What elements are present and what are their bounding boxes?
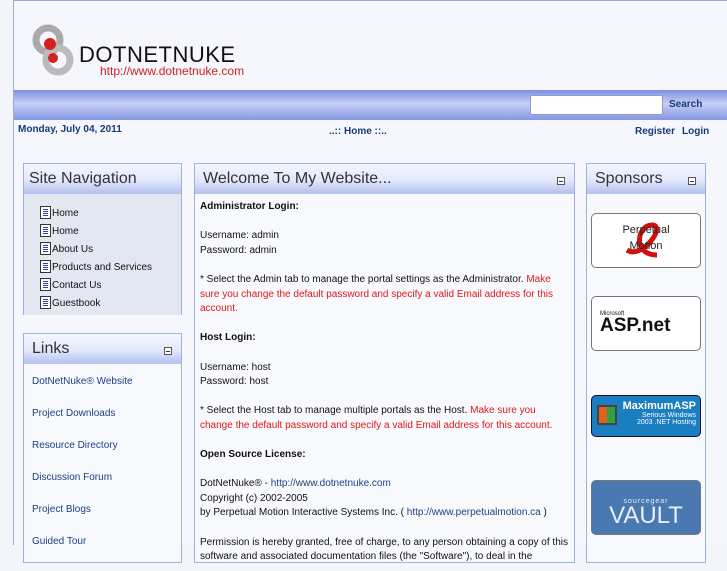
- host-username: Username: host: [200, 361, 271, 373]
- minimize-icon[interactable]: [557, 177, 565, 185]
- links-panel: Links DotNetNuke® Website Project Downlo…: [23, 333, 182, 563]
- nav-label: Guestbook: [52, 298, 101, 309]
- page-icon: [40, 206, 51, 219]
- nav-item-about-us[interactable]: About Us: [40, 237, 181, 255]
- license-heading: Open Source License:: [200, 449, 306, 461]
- dotnetnuke-link[interactable]: http://www.dotnetnuke.com: [271, 478, 391, 489]
- sponsor-maximumasp[interactable]: MaximumASP Serious Windows 2003 .NET Hos…: [591, 395, 701, 437]
- page-icon: [40, 224, 51, 237]
- register-link[interactable]: Register: [635, 126, 675, 137]
- login-link[interactable]: Login: [682, 126, 709, 137]
- panel-title: Sponsors: [595, 170, 663, 187]
- link-dotnetnuke-website[interactable]: DotNetNuke® Website: [32, 376, 181, 387]
- host-note: * Select the Host tab to manage multiple…: [200, 405, 468, 417]
- nav-label: About Us: [52, 244, 94, 255]
- nav-label: Home: [52, 226, 79, 237]
- sponsor-sourcegear-vault[interactable]: sourcegear VAULT: [591, 480, 701, 535]
- admin-username: Username: admin: [200, 230, 279, 242]
- page-icon: [40, 296, 51, 309]
- panel-title: Links: [32, 340, 70, 357]
- nav-label: Products and Services: [52, 262, 153, 273]
- sponsor-aspnet[interactable]: Microsoft ASP.net: [591, 296, 701, 351]
- copyright: Copyright (c) 2002-2005: [200, 492, 308, 504]
- permission-text: Permission is hereby granted, free of ch…: [200, 536, 568, 563]
- logo-gear-icon: [32, 24, 74, 76]
- sponsor-perpetual-motion[interactable]: Perpetual Motion: [591, 213, 701, 268]
- page-icon: [40, 278, 51, 291]
- nav-item-products[interactable]: Products and Services: [40, 255, 181, 273]
- admin-heading: Administrator Login:: [200, 201, 299, 212]
- host-heading: Host Login:: [200, 332, 256, 344]
- windows-logo-icon: [597, 405, 617, 425]
- admin-password: Password: admin: [200, 244, 277, 256]
- sponsor-text: ASP.net: [600, 315, 671, 336]
- minimize-icon[interactable]: [164, 347, 172, 355]
- panel-title: Welcome To My Website...: [203, 170, 392, 187]
- sponsor-text: VAULT: [609, 502, 683, 529]
- page-icon: [40, 242, 51, 255]
- minimize-icon[interactable]: [688, 177, 696, 185]
- link-guided-tour[interactable]: Guided Tour: [32, 536, 181, 547]
- sponsor-text: Perpetual: [622, 224, 670, 236]
- sponsor-text: Motion: [629, 240, 663, 252]
- nav-label: Contact Us: [52, 280, 102, 291]
- nav-item-contact-us[interactable]: Contact Us: [40, 273, 181, 291]
- admin-note: * Select the Admin tab to manage the por…: [200, 273, 524, 285]
- link-project-downloads[interactable]: Project Downloads: [32, 408, 181, 419]
- by-close: ): [540, 507, 547, 519]
- page-icon: [40, 260, 51, 273]
- welcome-panel: Welcome To My Website... Administrator L…: [194, 163, 575, 563]
- link-discussion-forum[interactable]: Discussion Forum: [32, 472, 181, 483]
- sponsors-panel: Sponsors Perpetual Motion Microsoft ASP.…: [586, 163, 706, 563]
- panel-title: Site Navigation: [24, 164, 181, 194]
- nav-label: Home: [52, 208, 79, 219]
- site-navigation-panel: Site Navigation Home Home About Us Produ…: [23, 163, 182, 315]
- nav-item-home-2[interactable]: Home: [40, 219, 181, 237]
- dnn-name: DotNetNuke® -: [200, 478, 271, 490]
- host-password: Password: host: [200, 376, 269, 388]
- link-project-blogs[interactable]: Project Blogs: [32, 504, 181, 515]
- perpetualmotion-link[interactable]: http://www.perpetualmotion.ca: [407, 507, 541, 518]
- nav-item-guestbook[interactable]: Guestbook: [40, 291, 181, 309]
- by-text: by Perpetual Motion Interactive Systems …: [200, 507, 407, 519]
- nav-item-home[interactable]: Home: [40, 201, 181, 219]
- current-date: Monday, July 04, 2011: [18, 124, 122, 135]
- dotnetnuke-logo[interactable]: DOTNETNUKE http://www.dotnetnuke.com: [32, 22, 272, 82]
- search-input[interactable]: [530, 95, 663, 115]
- search-button[interactable]: Search: [669, 99, 702, 110]
- breadcrumb[interactable]: ..:: Home ::..: [329, 126, 387, 137]
- logo-url: http://www.dotnetnuke.com: [100, 64, 245, 78]
- link-resource-directory[interactable]: Resource Directory: [32, 440, 181, 451]
- welcome-content: Administrator Login: Username: admin Pas…: [195, 194, 574, 571]
